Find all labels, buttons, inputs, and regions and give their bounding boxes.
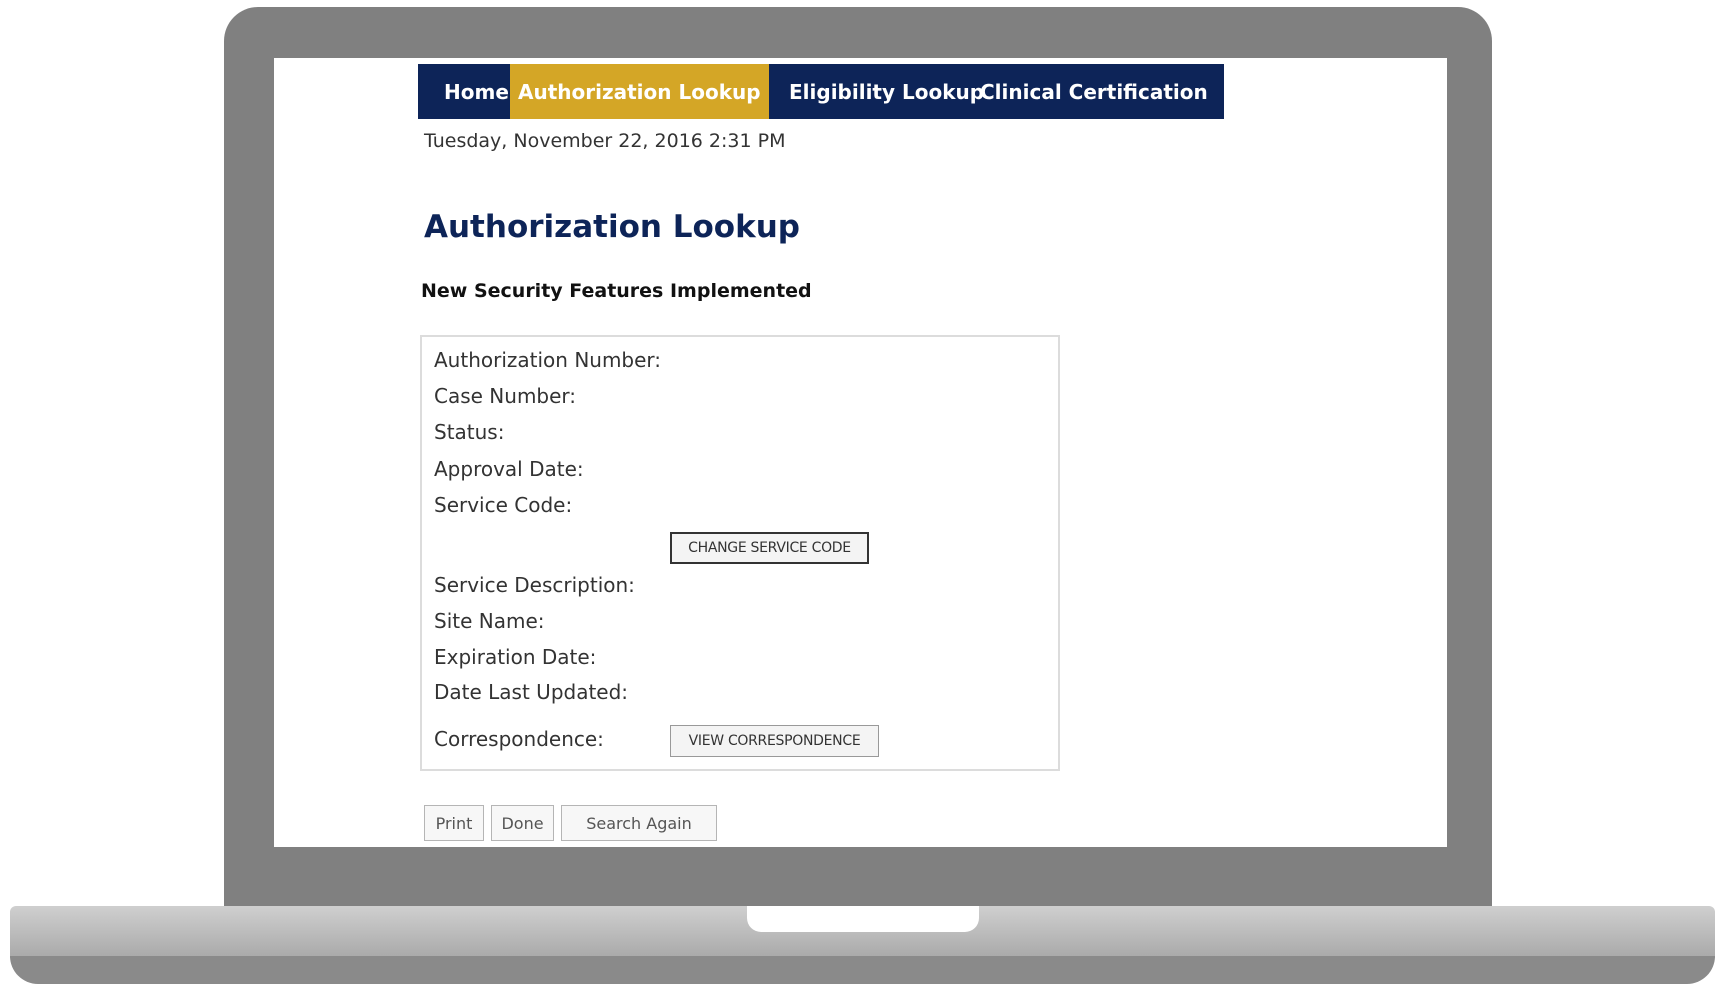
search-again-button[interactable]: Search Again — [561, 805, 717, 841]
print-button[interactable]: Print — [424, 805, 484, 841]
laptop-screen: Home Authorization Lookup Eligibility Lo… — [274, 58, 1447, 847]
change-service-code-button[interactable]: CHANGE SERVICE CODE — [670, 532, 869, 564]
service-code-label: Service Code: — [434, 493, 573, 517]
nav-eligibility-lookup[interactable]: Eligibility Lookup — [769, 64, 984, 119]
current-datetime: Tuesday, November 22, 2016 2:31 PM — [424, 130, 786, 152]
site-name-label: Site Name: — [434, 609, 545, 633]
laptop-notch — [747, 906, 979, 932]
approval-date-label: Approval Date: — [434, 457, 584, 481]
nav-clinical-certification[interactable]: Clinical Certification — [980, 64, 1208, 119]
done-button[interactable]: Done — [491, 805, 554, 841]
nav-home[interactable]: Home — [418, 64, 510, 119]
page-title: Authorization Lookup — [424, 209, 800, 245]
case-number-label: Case Number: — [434, 384, 577, 408]
security-notice: New Security Features Implemented — [421, 280, 812, 302]
authorization-details-panel: Authorization Number: Case Number: Statu… — [420, 335, 1060, 771]
service-description-label: Service Description: — [434, 573, 635, 597]
correspondence-label: Correspondence: — [434, 727, 604, 751]
laptop-base-bottom — [10, 956, 1715, 984]
date-last-updated-label: Date Last Updated: — [434, 680, 629, 704]
expiration-date-label: Expiration Date: — [434, 645, 597, 669]
main-navbar: Home Authorization Lookup Eligibility Lo… — [418, 64, 1224, 119]
view-correspondence-button[interactable]: VIEW CORRESPONDENCE — [670, 725, 879, 757]
status-label: Status: — [434, 420, 505, 444]
authorization-number-label: Authorization Number: — [434, 348, 662, 372]
nav-authorization-lookup[interactable]: Authorization Lookup — [510, 64, 769, 119]
